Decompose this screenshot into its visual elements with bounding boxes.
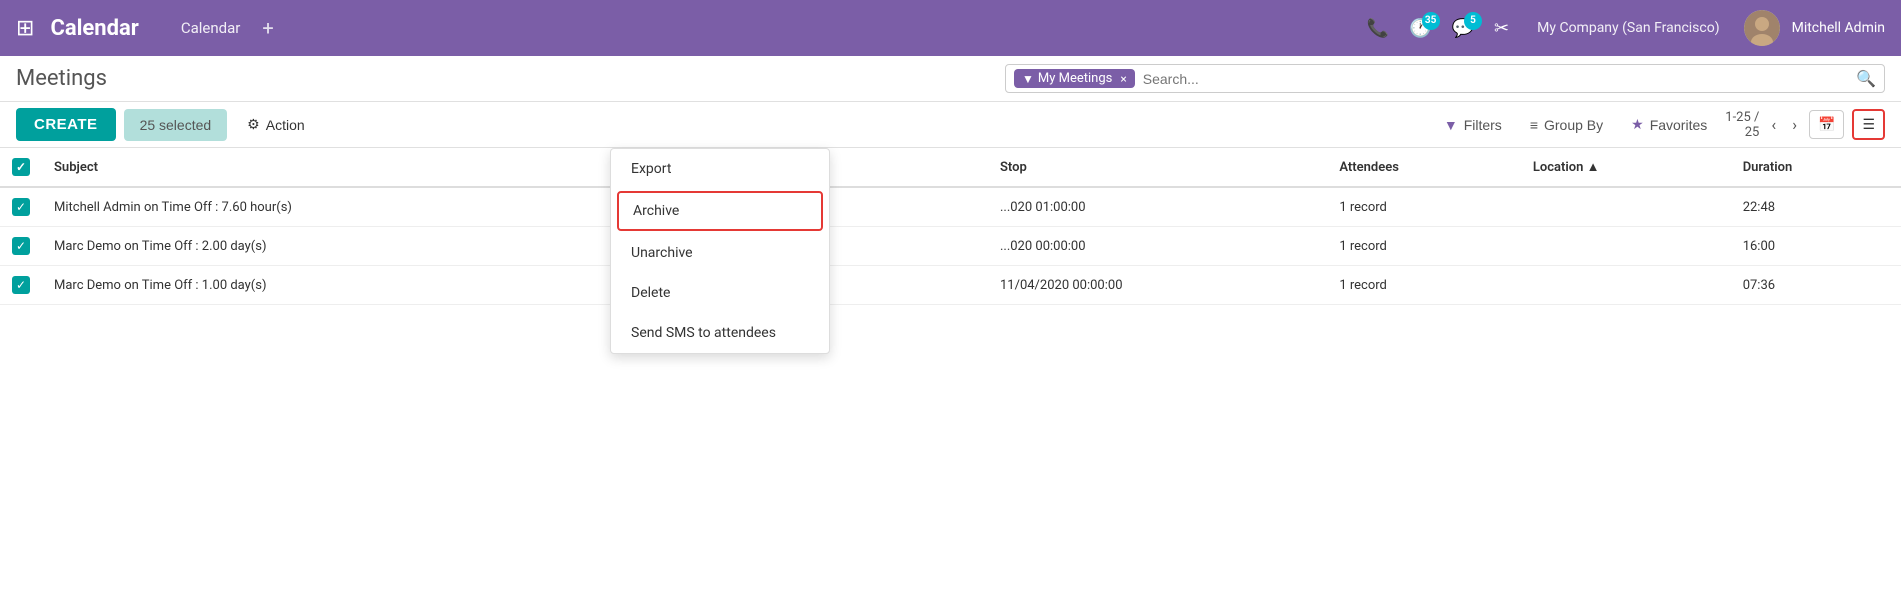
table-row[interactable]: ✓ Mitchell Admin on Time Off : 7.60 hour…: [0, 187, 1901, 227]
prev-page-button[interactable]: ‹: [1767, 113, 1780, 136]
search-bar: ▼ My Meetings × 🔍: [1005, 64, 1885, 93]
row-location: [1521, 266, 1731, 305]
table-row[interactable]: ✓ Marc Demo on Time Off : 1.00 day(s) 11…: [0, 266, 1901, 305]
subheader: Meetings ▼ My Meetings × 🔍: [0, 56, 1901, 102]
row-subject: Marc Demo on Time Off : 1.00 day(s): [42, 266, 649, 305]
group-by-button[interactable]: ≡ Group By: [1520, 111, 1613, 139]
favorites-label: Favorites: [1650, 117, 1708, 133]
calendar-view-button[interactable]: 📅: [1809, 110, 1844, 139]
top-navigation: ⊞ Calendar Calendar + 📞 🕐 35 💬 5 ✂ My Co…: [0, 0, 1901, 56]
row-duration: 22:48: [1731, 187, 1901, 227]
row-checkbox[interactable]: ✓: [12, 276, 30, 294]
gear-icon: ⚙: [247, 116, 260, 133]
row-duration: 07:36: [1731, 266, 1901, 305]
dropdown-item-unarchive[interactable]: Unarchive: [611, 233, 829, 273]
list-view-button[interactable]: ☰: [1852, 109, 1885, 140]
action-dropdown-menu: ExportArchiveUnarchiveDeleteSend SMS to …: [610, 148, 830, 354]
filter-funnel-icon: ▼: [1022, 72, 1034, 86]
col-subject[interactable]: Subject: [42, 148, 649, 187]
row-checkbox[interactable]: ✓: [12, 198, 30, 216]
search-submit-icon[interactable]: 🔍: [1856, 69, 1876, 88]
row-location: [1521, 187, 1731, 227]
action-button-label: Action: [266, 117, 305, 133]
filter-tag-label: My Meetings: [1038, 71, 1112, 86]
create-button[interactable]: CREATE: [16, 108, 116, 141]
col-attendees[interactable]: Attendees: [1327, 148, 1521, 187]
row-duration: 16:00: [1731, 227, 1901, 266]
selected-count-button[interactable]: 25 selected: [124, 109, 228, 141]
row-stop: ...020 00:00:00: [988, 227, 1327, 266]
row-location: [1521, 227, 1731, 266]
dropdown-item-archive[interactable]: Archive: [617, 191, 823, 231]
clock-icon[interactable]: 🕐 35: [1409, 18, 1431, 39]
pagination-label: 1-25 / 25: [1725, 110, 1759, 140]
table-row[interactable]: ✓ Marc Demo on Time Off : 2.00 day(s) 11…: [0, 227, 1901, 266]
table-header-row: ✓ Subject Start Stop Attendees Location …: [0, 148, 1901, 187]
tools-icon[interactable]: ✂: [1494, 18, 1509, 39]
row-subject: Marc Demo on Time Off : 2.00 day(s): [42, 227, 649, 266]
row-checkbox[interactable]: ✓: [12, 237, 30, 255]
row-subject: Mitchell Admin on Time Off : 7.60 hour(s…: [42, 187, 649, 227]
dropdown-item-export[interactable]: Export: [611, 149, 829, 189]
add-tab-button[interactable]: +: [262, 16, 273, 40]
app-title: Calendar: [50, 16, 138, 41]
company-name: My Company (San Francisco): [1537, 20, 1719, 36]
row-stop: 11/04/2020 00:00:00: [988, 266, 1327, 305]
row-attendees: 1 record: [1327, 187, 1521, 227]
filter-tag-close-icon[interactable]: ×: [1120, 72, 1126, 86]
row-attendees: 1 record: [1327, 227, 1521, 266]
calendar-icon: 📅: [1818, 116, 1835, 133]
search-input[interactable]: [1143, 71, 1848, 87]
meetings-table: ✓ Subject Start Stop Attendees Location …: [0, 148, 1901, 305]
phone-icon[interactable]: 📞: [1367, 18, 1389, 39]
action-dropdown-button[interactable]: ⚙ Action: [235, 110, 316, 139]
filter-funnel-icon: ▼: [1444, 117, 1458, 133]
filters-label: Filters: [1464, 117, 1502, 133]
group-by-label: Group By: [1544, 117, 1603, 133]
username: Mitchell Admin: [1792, 20, 1885, 36]
clock-badge: 35: [1422, 12, 1440, 30]
toolbar: CREATE 25 selected ⚙ Action ▼ Filters ≡ …: [0, 102, 1901, 148]
group-by-lines-icon: ≡: [1530, 117, 1538, 133]
list-icon: ☰: [1862, 116, 1875, 133]
select-all-checkbox[interactable]: ✓: [12, 158, 30, 176]
row-attendees: 1 record: [1327, 266, 1521, 305]
filters-button[interactable]: ▼ Filters: [1434, 111, 1512, 139]
chat-icon[interactable]: 💬 5: [1452, 18, 1474, 39]
pagination: 1-25 / 25: [1725, 110, 1759, 140]
my-meetings-filter-tag[interactable]: ▼ My Meetings ×: [1014, 69, 1135, 88]
next-page-button[interactable]: ›: [1788, 113, 1801, 136]
select-all-checkbox-cell[interactable]: ✓: [0, 148, 42, 187]
col-location[interactable]: Location ▲: [1521, 148, 1731, 187]
dropdown-item-delete[interactable]: Delete: [611, 273, 829, 313]
col-duration[interactable]: Duration: [1731, 148, 1901, 187]
apps-menu-icon[interactable]: ⊞: [16, 16, 34, 41]
calendar-tab[interactable]: Calendar: [171, 13, 251, 43]
row-checkbox-cell[interactable]: ✓: [0, 266, 42, 305]
col-stop[interactable]: Stop: [988, 148, 1327, 187]
star-icon: ★: [1631, 116, 1644, 133]
chat-badge: 5: [1464, 12, 1482, 30]
dropdown-item-sms[interactable]: Send SMS to attendees: [611, 313, 829, 353]
page-title: Meetings: [16, 66, 107, 91]
row-checkbox-cell[interactable]: ✓: [0, 187, 42, 227]
row-checkbox-cell[interactable]: ✓: [0, 227, 42, 266]
avatar[interactable]: [1744, 10, 1780, 46]
favorites-button[interactable]: ★ Favorites: [1621, 110, 1717, 139]
row-stop: ...020 01:00:00: [988, 187, 1327, 227]
